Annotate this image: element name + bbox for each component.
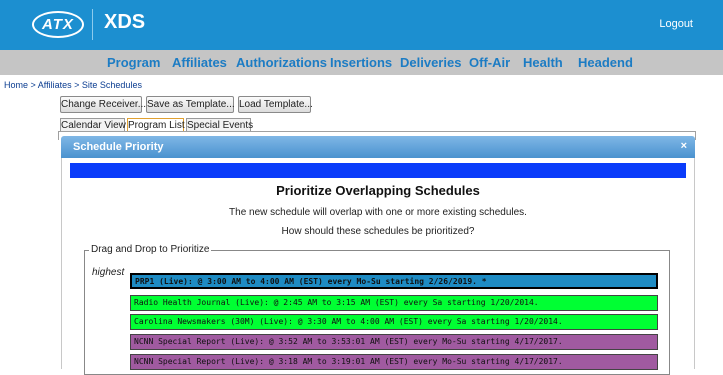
top-bar: ATX XDS Logout — [0, 0, 723, 50]
modal-heading: Prioritize Overlapping Schedules — [276, 183, 480, 198]
schedule-item[interactable]: Carolina Newsmakers (30M) (Live): @ 3:30… — [130, 314, 658, 330]
app-title: XDS — [104, 11, 146, 33]
nav-program[interactable]: Program — [107, 55, 160, 70]
save-as-template-button[interactable]: Save as Template... — [146, 96, 235, 113]
schedule-item[interactable]: PRP1 (Live): @ 3:00 AM to 4:00 AM (EST) … — [130, 273, 658, 289]
modal-header[interactable]: Schedule Priority × — [61, 136, 695, 158]
logo-divider — [92, 9, 93, 40]
schedule-item[interactable]: Radio Health Journal (Live): @ 2:45 AM t… — [130, 295, 658, 311]
breadcrumb-home[interactable]: Home — [4, 80, 28, 90]
breadcrumb-affiliates[interactable]: Affiliates — [38, 80, 72, 90]
breadcrumb-separator: > — [28, 80, 38, 90]
nav-authorizations[interactable]: Authorizations — [236, 55, 327, 70]
nav-affiliates[interactable]: Affiliates — [172, 55, 227, 70]
close-icon[interactable]: × — [681, 140, 687, 152]
load-template-button[interactable]: Load Template... — [238, 96, 313, 113]
tab-special-events[interactable]: Special Events — [186, 118, 253, 132]
change-receiver-button[interactable]: Change Receiver... — [60, 96, 146, 113]
highest-label: highest — [92, 267, 125, 278]
breadcrumb: Home > Affiliates > Site Schedules — [4, 80, 142, 90]
atx-logo[interactable]: ATX — [32, 11, 84, 38]
breadcrumb-separator: > — [71, 80, 82, 90]
breadcrumb-current: Site Schedules — [81, 80, 142, 90]
fieldset-legend: Drag and Drop to Prioritize — [89, 244, 212, 255]
tab-calendar-view[interactable]: Calendar View — [60, 118, 126, 132]
priority-question: How should these schedules be prioritize… — [281, 226, 475, 237]
modal-banner — [70, 163, 686, 178]
nav-health[interactable]: Health — [523, 55, 563, 70]
nav-deliveries[interactable]: Deliveries — [400, 55, 461, 70]
overlap-message: The new schedule will overlap with one o… — [229, 207, 527, 218]
nav-headend[interactable]: Headend — [578, 55, 633, 70]
schedule-item[interactable]: NCNN Special Report (Live): @ 3:18 AM to… — [130, 354, 658, 370]
main-nav: Program Affiliates Authorizations Insert… — [0, 50, 723, 75]
logout-link[interactable]: Logout — [659, 18, 693, 30]
nav-off-air[interactable]: Off-Air — [469, 55, 510, 70]
modal-title: Schedule Priority — [73, 141, 164, 153]
nav-insertions[interactable]: Insertions — [330, 55, 392, 70]
schedule-item[interactable]: NCNN Special Report (Live): @ 3:52 AM to… — [130, 334, 658, 350]
logo-text: ATX — [42, 16, 74, 33]
